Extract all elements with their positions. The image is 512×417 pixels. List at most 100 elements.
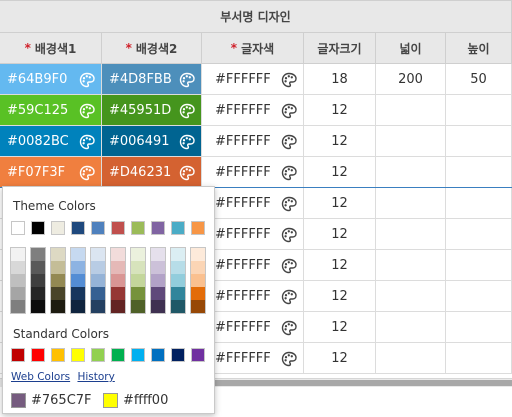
palette-icon[interactable] xyxy=(79,134,95,150)
palette-icon[interactable] xyxy=(79,165,95,181)
palette-icon[interactable] xyxy=(281,227,297,243)
font-size-cell[interactable]: 12 xyxy=(304,157,376,187)
height-cell[interactable] xyxy=(446,95,512,125)
bg-color1-cell[interactable]: #F07F3F xyxy=(0,157,102,187)
font-color-cell[interactable]: #FFFFFF xyxy=(202,64,304,94)
height-cell[interactable] xyxy=(446,219,512,249)
font-size-cell[interactable]: 12 xyxy=(304,95,376,125)
theme-shade-swatch[interactable] xyxy=(151,287,165,300)
column-header-6[interactable]: 높이 xyxy=(446,33,512,63)
width-cell[interactable] xyxy=(376,126,446,156)
font-color-cell[interactable]: #FFFFFF xyxy=(202,95,304,125)
theme-shade-swatch[interactable] xyxy=(71,261,85,274)
theme-shade-swatch[interactable] xyxy=(51,300,65,313)
theme-shade-swatch[interactable] xyxy=(51,248,65,261)
font-color-cell[interactable]: #FFFFFF xyxy=(202,157,304,187)
theme-shade-swatch[interactable] xyxy=(191,248,205,261)
width-cell[interactable] xyxy=(376,219,446,249)
theme-shade-swatch[interactable] xyxy=(11,300,25,313)
theme-swatch[interactable] xyxy=(11,221,25,235)
theme-shade-swatch[interactable] xyxy=(151,261,165,274)
standard-swatch[interactable] xyxy=(111,348,125,362)
palette-icon[interactable] xyxy=(79,103,95,119)
theme-shade-swatch[interactable] xyxy=(91,274,105,287)
width-cell[interactable] xyxy=(376,250,446,280)
theme-shade-swatch[interactable] xyxy=(171,274,185,287)
column-header-5[interactable]: 넓이 xyxy=(376,33,446,63)
theme-swatch[interactable] xyxy=(171,221,185,235)
web-colors-link[interactable]: Web Colors xyxy=(11,371,70,383)
recent-color-1-swatch[interactable] xyxy=(11,393,26,408)
palette-icon[interactable] xyxy=(179,165,195,181)
font-size-cell[interactable]: 12 xyxy=(304,126,376,156)
palette-icon[interactable] xyxy=(281,165,297,181)
palette-icon[interactable] xyxy=(281,320,297,336)
theme-swatch[interactable] xyxy=(71,221,85,235)
table-row[interactable]: #0082BC #006491 #FFFFFF 12 xyxy=(0,126,512,157)
font-size-cell[interactable]: 12 xyxy=(304,219,376,249)
width-cell[interactable] xyxy=(376,312,446,342)
recent-color-2-swatch[interactable] xyxy=(103,393,118,408)
palette-icon[interactable] xyxy=(281,103,297,119)
height-cell[interactable] xyxy=(446,312,512,342)
standard-swatch[interactable] xyxy=(151,348,165,362)
font-color-cell[interactable]: #FFFFFF xyxy=(202,219,304,249)
height-cell[interactable] xyxy=(446,157,512,187)
height-cell[interactable] xyxy=(446,188,512,218)
table-row[interactable]: #F07F3F #D46231 #FFFFFF 12 xyxy=(0,157,512,188)
width-cell[interactable] xyxy=(376,157,446,187)
theme-shade-swatch[interactable] xyxy=(151,248,165,261)
theme-shade-swatch[interactable] xyxy=(31,274,45,287)
theme-shade-swatch[interactable] xyxy=(11,261,25,274)
bg-color2-cell[interactable]: #006491 xyxy=(102,126,202,156)
history-link[interactable]: History xyxy=(77,371,114,383)
theme-shade-swatch[interactable] xyxy=(171,261,185,274)
font-size-cell[interactable]: 12 xyxy=(304,281,376,311)
bg-color2-cell[interactable]: #45951D xyxy=(102,95,202,125)
width-cell[interactable] xyxy=(376,95,446,125)
theme-shade-swatch[interactable] xyxy=(131,248,145,261)
width-cell[interactable] xyxy=(376,188,446,218)
table-row[interactable]: #64B9F0 #4D8FBB #FFFFFF 18 200 50 xyxy=(0,64,512,95)
theme-shade-swatch[interactable] xyxy=(131,300,145,313)
height-cell[interactable] xyxy=(446,281,512,311)
theme-shade-swatch[interactable] xyxy=(31,248,45,261)
font-color-cell[interactable]: #FFFFFF xyxy=(202,188,304,218)
font-color-cell[interactable]: #FFFFFF xyxy=(202,343,304,373)
theme-shade-swatch[interactable] xyxy=(71,300,85,313)
theme-swatch[interactable] xyxy=(131,221,145,235)
theme-shade-swatch[interactable] xyxy=(171,300,185,313)
standard-swatch[interactable] xyxy=(11,348,25,362)
bg-color2-cell[interactable]: #4D8FBB xyxy=(102,64,202,94)
standard-swatch[interactable] xyxy=(91,348,105,362)
palette-icon[interactable] xyxy=(281,351,297,367)
font-color-cell[interactable]: #FFFFFF xyxy=(202,126,304,156)
theme-shade-swatch[interactable] xyxy=(71,287,85,300)
theme-shade-swatch[interactable] xyxy=(51,287,65,300)
column-header-1[interactable]: * 배경색1 xyxy=(0,33,102,63)
font-size-cell[interactable]: 18 xyxy=(304,64,376,94)
palette-icon[interactable] xyxy=(281,258,297,274)
standard-swatch[interactable] xyxy=(31,348,45,362)
theme-shade-swatch[interactable] xyxy=(191,261,205,274)
recent-color-2[interactable]: #ffff00 xyxy=(103,393,168,408)
width-cell[interactable] xyxy=(376,343,446,373)
font-size-cell[interactable]: 12 xyxy=(304,188,376,218)
theme-shade-swatch[interactable] xyxy=(111,287,125,300)
scrollbar-thumb[interactable] xyxy=(206,380,512,386)
theme-shade-swatch[interactable] xyxy=(171,248,185,261)
theme-shade-swatch[interactable] xyxy=(71,248,85,261)
standard-swatch[interactable] xyxy=(191,348,205,362)
theme-shade-swatch[interactable] xyxy=(11,248,25,261)
standard-swatch[interactable] xyxy=(71,348,85,362)
width-cell[interactable]: 200 xyxy=(376,64,446,94)
theme-shade-swatch[interactable] xyxy=(91,261,105,274)
theme-shade-swatch[interactable] xyxy=(131,287,145,300)
theme-swatch[interactable] xyxy=(31,221,45,235)
height-cell[interactable] xyxy=(446,126,512,156)
theme-shade-swatch[interactable] xyxy=(151,274,165,287)
palette-icon[interactable] xyxy=(281,289,297,305)
theme-shade-swatch[interactable] xyxy=(111,248,125,261)
theme-shade-swatch[interactable] xyxy=(51,261,65,274)
palette-icon[interactable] xyxy=(179,103,195,119)
